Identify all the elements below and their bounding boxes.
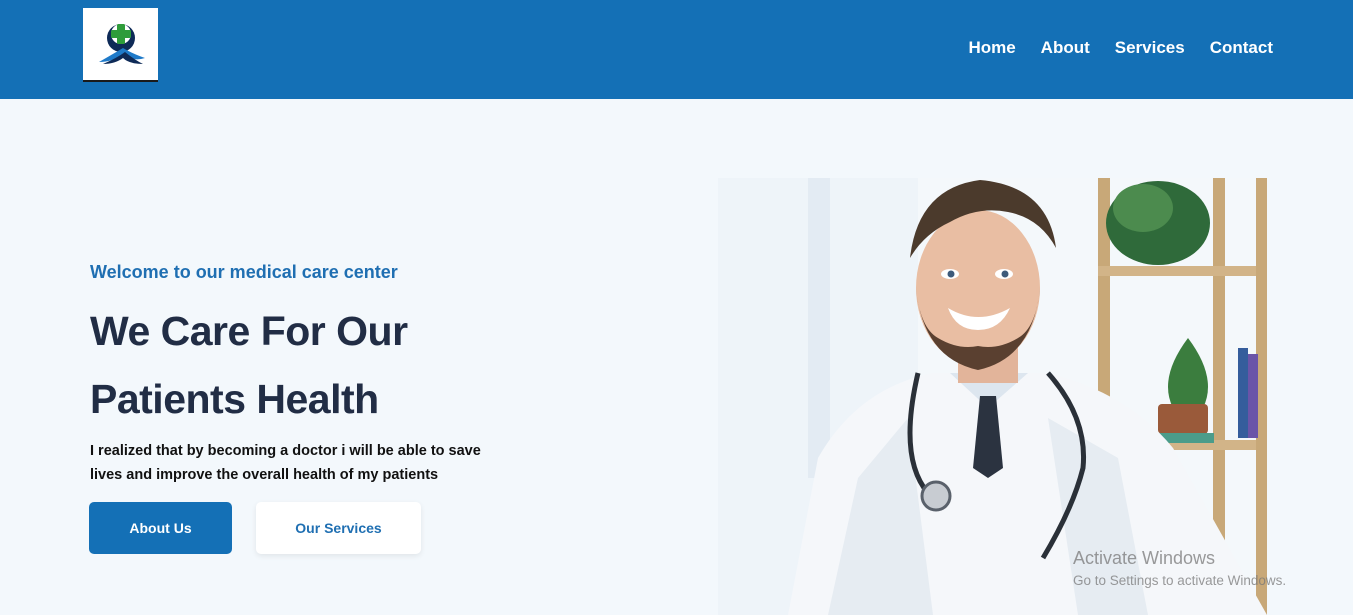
hero-section: Welcome to our medical care center We Ca… bbox=[90, 262, 570, 487]
hero-welcome: Welcome to our medical care center bbox=[90, 262, 398, 282]
hero-headline-line1: We Care For Our bbox=[90, 308, 408, 354]
watermark-title: Activate Windows bbox=[1073, 548, 1216, 568]
navbar: Home About Services Contact bbox=[0, 0, 1353, 99]
hero-headline-line2: Patients Health bbox=[90, 376, 379, 422]
about-us-button[interactable]: About Us bbox=[89, 502, 232, 554]
hero-description: I realized that by becoming a doctor i w… bbox=[90, 443, 481, 483]
logo[interactable] bbox=[83, 8, 158, 82]
medical-cross-ribbon-logo-icon bbox=[98, 24, 145, 64]
nav-services[interactable]: Services bbox=[1115, 38, 1185, 58]
hero-headline: We Care For Our Patients Health bbox=[90, 297, 570, 433]
nav-about[interactable]: About bbox=[1041, 38, 1090, 58]
our-services-button[interactable]: Our Services bbox=[256, 502, 421, 554]
nav-home[interactable]: Home bbox=[968, 38, 1015, 58]
nav-contact[interactable]: Contact bbox=[1210, 38, 1273, 58]
windows-activation-watermark: Activate Windows Go to Settings to activ… bbox=[1073, 548, 1286, 588]
main-nav: Home About Services Contact bbox=[968, 38, 1273, 58]
watermark-subtitle: Go to Settings to activate Windows. bbox=[1073, 573, 1287, 588]
